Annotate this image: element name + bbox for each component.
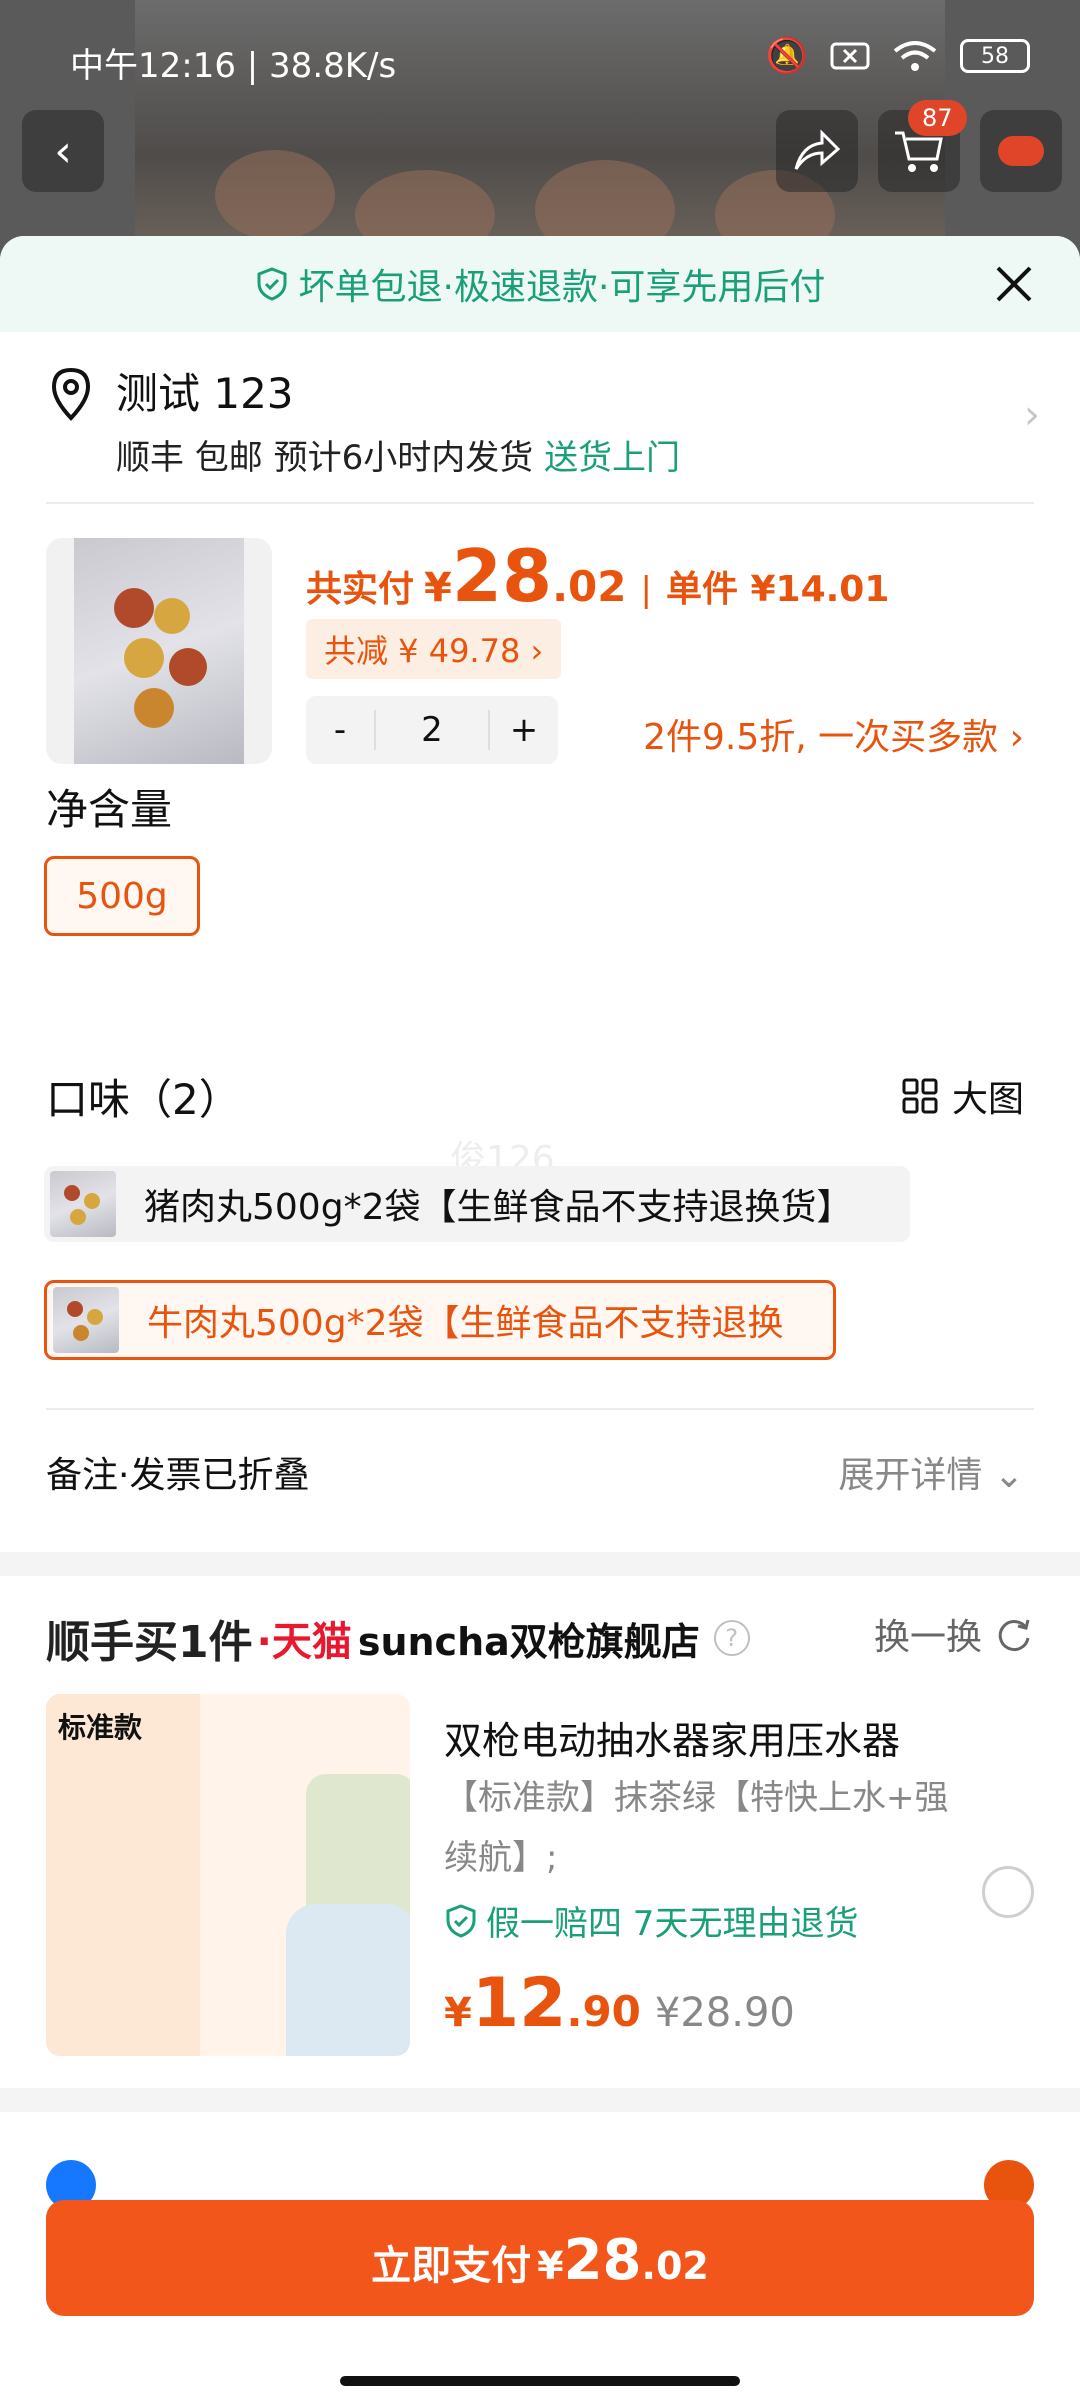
price-dec: .02 — [641, 2244, 709, 2288]
water-bottle — [286, 1904, 410, 2056]
flavor-title: 口味（2） — [46, 1075, 241, 1124]
battery-indicator: 58 — [960, 39, 1030, 73]
share-icon — [794, 129, 841, 170]
price-dec: .02 — [552, 562, 627, 611]
section-gap — [0, 2088, 1080, 2112]
status-bar: 中午12:16 | 38.8K/s 🔕 58 — [0, 0, 1080, 110]
expand-label: 展开详情 — [838, 1455, 983, 1496]
currency: ¥ — [444, 1990, 472, 2036]
upsell-guarantee-text: 假一赔四 7天无理由退货 — [486, 1904, 859, 1944]
price-int: 28 — [451, 534, 553, 618]
upsell-guarantee: 假一赔四 7天无理由退货 — [444, 1896, 858, 1945]
upsell-price: ¥ 12 .90 ¥28.90 — [444, 1964, 795, 2043]
upsell-header: 顺手买1件 ·天猫 suncha双枪旗舰店 ? — [46, 1606, 750, 1670]
unit-price: 单件 ¥14.01 — [665, 569, 890, 610]
message-button[interactable] — [980, 110, 1062, 192]
back-button[interactable]: ‹ — [22, 110, 104, 192]
flavor-label: 牛肉丸500g*2袋【生鲜食品不支持退换 — [147, 1303, 784, 1344]
quantity-value[interactable]: 2 — [374, 710, 490, 750]
upsell-select-radio[interactable] — [982, 1866, 1034, 1918]
saving-chip[interactable]: 共减 ¥ 49.78 › — [306, 619, 562, 679]
flavor-option-pork[interactable]: 猪肉丸500g*2袋【生鲜食品不支持退换货】 — [44, 1166, 910, 1242]
price-int: 12 — [471, 1964, 567, 2043]
upsell-brand: 顺手买1件 — [46, 1617, 253, 1668]
flavor-option-beef[interactable]: 牛肉丸500g*2袋【生鲜食品不支持退换 — [44, 1280, 836, 1360]
pay-label: 立即支付 — [371, 2243, 532, 2289]
big-view-toggle[interactable]: 大图 — [902, 1070, 1024, 1122]
help-icon[interactable]: ? — [713, 1620, 750, 1656]
mute-bell-icon: 🔕 — [765, 36, 808, 76]
flavor-thumb — [53, 1287, 119, 1353]
notes-label: 备注·发票已折叠 — [46, 1455, 310, 1496]
minus-button[interactable]: - — [306, 710, 374, 750]
grid-icon — [902, 1078, 938, 1114]
separator: | — [640, 570, 652, 610]
option-500g[interactable]: 500g — [44, 856, 200, 936]
image-info-panel: 标准款 — [46, 1694, 200, 2056]
status-time: 中午12:16 | 38.8K/s — [70, 46, 397, 86]
close-icon[interactable] — [988, 258, 1040, 310]
flavor-label: 猪肉丸500g*2袋【生鲜食品不支持退换货】 — [144, 1187, 853, 1228]
chat-icon — [998, 136, 1044, 166]
share-button[interactable] — [776, 110, 858, 192]
option-label: 500g — [76, 875, 168, 917]
image-title: 标准款 — [58, 1711, 143, 1744]
total-label: 共实付 — [306, 569, 415, 610]
chevron-right-icon: › — [1024, 392, 1040, 438]
chevron-down-icon: ⌄ — [993, 1455, 1024, 1496]
product-thumbnail[interactable] — [46, 538, 272, 764]
divider — [46, 1408, 1034, 1410]
status-icons: 🔕 58 — [766, 36, 1030, 76]
shipping-text: 顺丰 包邮 预计6小时内发货 — [116, 438, 534, 478]
plus-button[interactable]: + — [490, 710, 558, 750]
price-line: 共实付 ¥ 28 .02 | 单件 ¥14.01 — [306, 534, 889, 618]
pump-device — [306, 1774, 410, 1924]
divider — [46, 502, 1034, 504]
expand-details[interactable]: 展开详情 ⌄ — [838, 1446, 1024, 1498]
guarantee-banner: 坏单包退·极速退款·可享先用后付 — [0, 236, 1080, 332]
tmall-logo: ·天猫 — [256, 1619, 352, 1665]
swap-button[interactable]: 换一换 — [874, 1608, 1034, 1660]
quantity-stepper: - 2 + — [306, 696, 558, 764]
sim-off-icon — [830, 42, 870, 70]
price-int: 28 — [563, 2228, 642, 2293]
upsell-spec: 【标准款】抹茶绿【特快上水+强续航】; — [444, 1778, 949, 1878]
currency: ¥ — [424, 565, 452, 611]
sku-sheet: 坏单包退·极速退款·可享先用后付 测试 123 顺丰 包邮 预计6小时内发货 送… — [0, 236, 1080, 2400]
section-gap — [0, 1552, 1080, 1576]
refresh-icon — [998, 1619, 1030, 1652]
upsell-product-image[interactable]: 标准款 — [46, 1694, 410, 2056]
wifi-icon — [893, 41, 937, 71]
currency: ¥ — [537, 2244, 564, 2288]
store-name: suncha双枪旗舰店 — [357, 1619, 700, 1664]
price-dec: .90 — [566, 1987, 641, 2036]
upsell-title: 双枪电动抽水器家用压水器 — [444, 1719, 901, 1763]
big-view-label: 大图 — [951, 1079, 1024, 1120]
cart-badge: 87 — [908, 100, 967, 136]
swap-label: 换一换 — [873, 1617, 982, 1658]
shield-check-icon — [446, 1903, 476, 1938]
guarantee-text: 坏单包退·极速退款·可享先用后付 — [298, 267, 826, 308]
multi-buy-promo[interactable]: 2件9.5折, 一次买多款 › — [643, 708, 1024, 760]
cart-button[interactable]: 87 — [878, 100, 967, 192]
chevron-left-icon: ‹ — [54, 125, 72, 177]
product-image — [74, 538, 244, 764]
pay-now-button[interactable]: 立即支付 ¥ 28 .02 — [46, 2200, 1034, 2316]
shipping-info: 顺丰 包邮 预计6小时内发货 送货上门 — [116, 430, 680, 479]
shipping-highlight: 送货上门 — [544, 438, 681, 478]
address-section[interactable]: 测试 123 顺丰 包邮 预计6小时内发货 送货上门 › — [0, 332, 1080, 502]
home-indicator[interactable] — [340, 2376, 740, 2386]
net-weight-title: 净含量 — [46, 785, 173, 834]
location-pin-icon — [51, 367, 91, 421]
shield-check-icon — [257, 267, 287, 301]
original-price: ¥28.90 — [654, 1990, 795, 2036]
flavor-thumb — [50, 1171, 116, 1237]
recipient-name: 测试 123 — [116, 369, 294, 418]
